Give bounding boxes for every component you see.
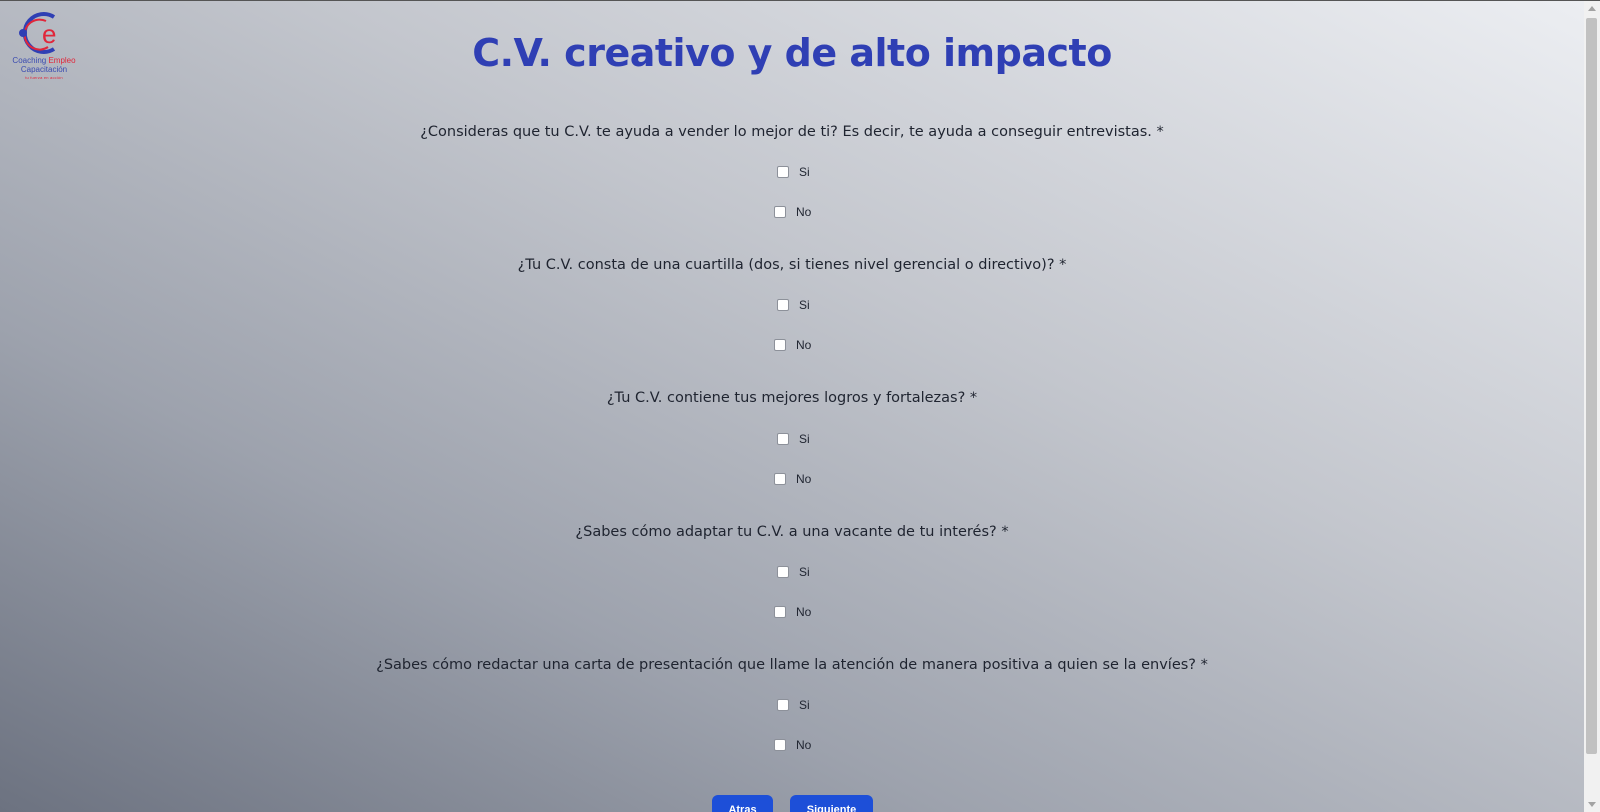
question-1-option-si[interactable]: Si xyxy=(777,165,810,179)
question-3-text: ¿Tu C.V. contiene tus mejores logros y f… xyxy=(606,390,978,406)
back-button[interactable]: Atras xyxy=(712,795,773,812)
question-5-si-checkbox[interactable] xyxy=(777,699,789,711)
question-1-text: ¿Consideras que tu C.V. te ayuda a vende… xyxy=(420,124,1164,140)
option-label: No xyxy=(796,205,812,219)
scroll-down-arrow-icon[interactable] xyxy=(1588,802,1596,807)
question-1-no-checkbox[interactable] xyxy=(774,206,786,218)
option-label: No xyxy=(796,738,812,752)
question-3-no-checkbox[interactable] xyxy=(774,473,786,485)
option-label: Si xyxy=(799,565,810,579)
question-5-option-no[interactable]: No xyxy=(774,738,811,752)
vertical-scrollbar[interactable] xyxy=(1584,0,1600,812)
question-2-option-no[interactable]: No xyxy=(774,338,811,352)
question-5-option-si[interactable]: Si xyxy=(777,698,810,712)
scroll-up-arrow-icon[interactable] xyxy=(1588,6,1596,11)
question-3-option-no[interactable]: No xyxy=(774,472,811,486)
scrollbar-thumb[interactable] xyxy=(1586,18,1597,754)
page-title: C.V. creativo y de alto impacto xyxy=(472,31,1112,75)
question-4-option-si[interactable]: Si xyxy=(777,565,810,579)
page: e Coaching Empleo Capacitación tu fuerza… xyxy=(0,0,1584,812)
option-label: No xyxy=(796,472,812,486)
question-4-option-no[interactable]: No xyxy=(774,605,811,619)
option-label: No xyxy=(796,338,812,352)
question-4-text: ¿Sabes cómo adaptar tu C.V. a una vacant… xyxy=(575,524,1009,540)
question-5-text: ¿Sabes cómo redactar una carta de presen… xyxy=(376,657,1208,673)
question-2-si-checkbox[interactable] xyxy=(777,299,789,311)
option-label: Si xyxy=(799,698,810,712)
option-label: Si xyxy=(799,298,810,312)
option-label: Si xyxy=(799,432,810,446)
question-4-no-checkbox[interactable] xyxy=(774,606,786,618)
next-button[interactable]: Siguiente xyxy=(790,795,873,812)
logo-tagline: tu fuerza en acción xyxy=(25,75,63,80)
question-2-no-checkbox[interactable] xyxy=(774,339,786,351)
question-2-text: ¿Tu C.V. consta de una cuartilla (dos, s… xyxy=(517,257,1067,273)
option-label: No xyxy=(796,605,812,619)
question-5-no-checkbox[interactable] xyxy=(774,739,786,751)
question-3-si-checkbox[interactable] xyxy=(777,433,789,445)
question-4-si-checkbox[interactable] xyxy=(777,566,789,578)
question-3-option-si[interactable]: Si xyxy=(777,432,810,446)
option-label: Si xyxy=(799,165,810,179)
question-1-option-no[interactable]: No xyxy=(774,205,811,219)
question-1-si-checkbox[interactable] xyxy=(777,166,789,178)
question-2-option-si[interactable]: Si xyxy=(777,298,810,312)
